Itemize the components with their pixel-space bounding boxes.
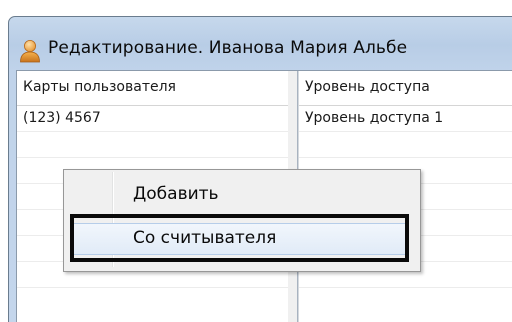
table-row-empty[interactable]	[17, 132, 288, 158]
access-level-value: Уровень доступа 1	[305, 110, 444, 126]
table-row[interactable]: (123) 4567	[17, 106, 288, 132]
screenshot-frame: Редактирование. Иванова Мария Альбе Карт…	[0, 0, 512, 322]
access-column-header-label: Уровень доступа	[305, 79, 430, 95]
highlight-callout-frame	[70, 214, 409, 262]
window-titlebar[interactable]: Редактирование. Иванова Мария Альбе	[9, 17, 512, 71]
menu-item-add-label: Добавить	[133, 184, 219, 204]
cards-column-header[interactable]: Карты пользователя	[17, 71, 288, 106]
access-column-header[interactable]: Уровень доступа	[299, 71, 512, 106]
user-icon	[20, 40, 40, 63]
window-title: Редактирование. Иванова Мария Альбе	[48, 38, 408, 58]
table-row-empty[interactable]	[299, 132, 512, 158]
card-number: (123) 4567	[23, 110, 101, 126]
cards-column-header-label: Карты пользователя	[23, 79, 176, 95]
table-row[interactable]: Уровень доступа 1	[299, 106, 512, 132]
menu-item-add[interactable]: Добавить	[64, 180, 420, 212]
